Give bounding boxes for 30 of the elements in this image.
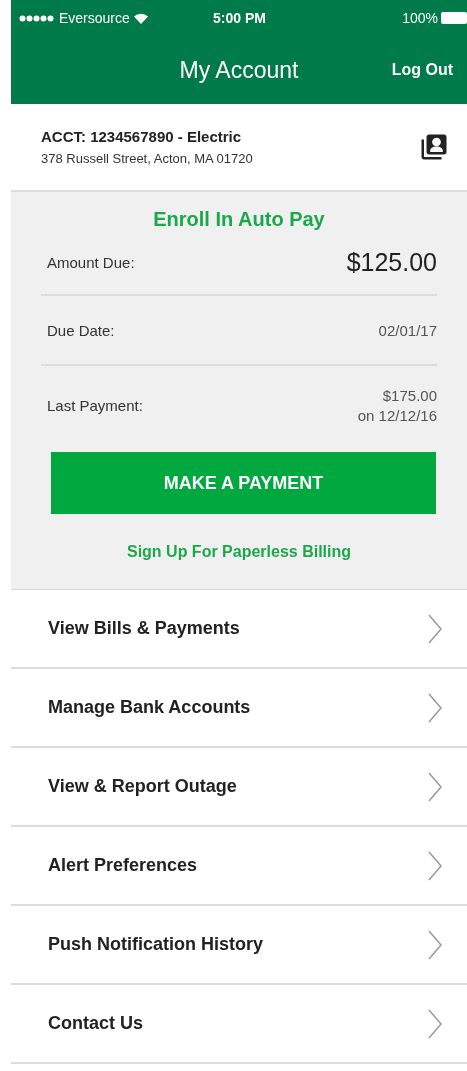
account-address: 378 Russell Street, Acton, MA 01720 [41, 151, 254, 166]
menu-item[interactable]: View & Report Outage [11, 748, 467, 827]
signal-icon [19, 14, 55, 22]
chevron-right-icon [428, 613, 442, 644]
carrier-name: Eversource [59, 10, 130, 26]
menu-item[interactable]: Alert Preferences [11, 827, 467, 906]
menu-item[interactable]: Contact Us [11, 985, 467, 1064]
menu-item[interactable]: Push Notification History [11, 906, 467, 985]
menu-item[interactable]: View Bills & Payments [11, 590, 467, 669]
chevron-right-icon [428, 850, 442, 881]
battery-percent: 100% [402, 10, 438, 26]
account-number: ACCT: 1234567890 - Electric [41, 128, 243, 145]
summary-value: $175.00 [382, 386, 437, 404]
status-time: 5:00 PM [213, 10, 266, 26]
summary-label: Last Payment: [47, 396, 143, 414]
chevron-right-icon [428, 929, 442, 960]
chevron-right-icon [428, 771, 442, 802]
log-out-link[interactable]: Log Out [391, 61, 453, 79]
summary-label: Due Date: [47, 321, 115, 339]
battery-icon [441, 12, 467, 24]
page-title: My Account [179, 56, 299, 84]
wifi-icon [133, 12, 148, 24]
chevron-right-icon [428, 1008, 442, 1039]
menu-item[interactable]: Manage Bank Accounts [11, 669, 467, 748]
summary-label: Amount Due: [47, 254, 135, 271]
summary-value: 02/01/17 [378, 321, 437, 339]
chevron-right-icon [428, 692, 442, 723]
summary-value: $125.00 [346, 248, 437, 277]
account-cards-icon[interactable] [419, 132, 449, 162]
summary-value: on 12/12/16 [357, 406, 437, 424]
